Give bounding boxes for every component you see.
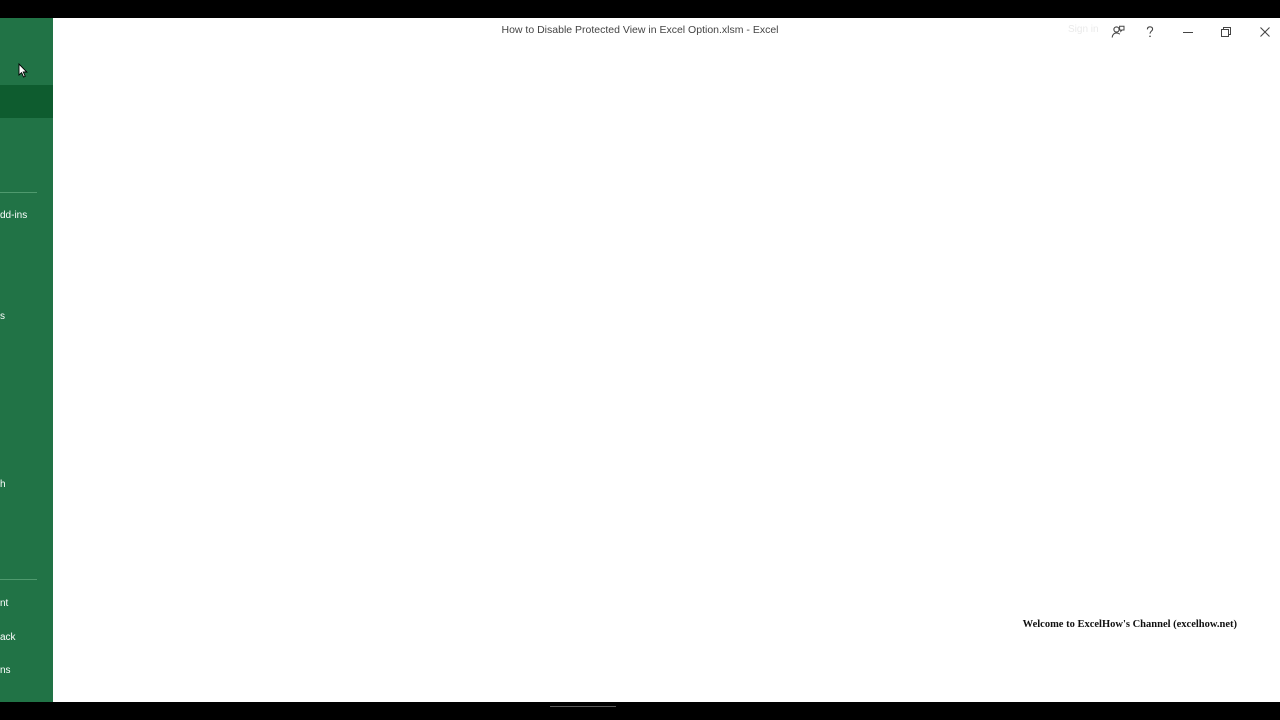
sidebar-selected-item[interactable] [0, 85, 53, 118]
sidebar-divider [0, 192, 37, 193]
restore-button[interactable] [1213, 21, 1239, 43]
taskbar-indicator [550, 706, 616, 707]
feedback-icon [1111, 25, 1125, 38]
close-icon [1260, 27, 1270, 37]
sidebar-item-options[interactable]: s [0, 311, 5, 323]
help-button[interactable] [1137, 21, 1163, 43]
feedback-button[interactable] [1105, 21, 1131, 43]
sidebar-divider [0, 579, 37, 580]
channel-watermark: Welcome to ExcelHow's Channel (excelhow.… [1022, 619, 1237, 630]
sign-in-link[interactable]: Sign in [1068, 24, 1099, 35]
sidebar-item-options-bottom[interactable]: ns [0, 665, 11, 677]
help-icon [1146, 26, 1154, 38]
mouse-cursor-icon [18, 63, 28, 78]
sidebar-item-feedback[interactable]: ack [0, 632, 16, 644]
minimize-icon [1183, 32, 1193, 33]
excel-window: dd-ins s h nt ack ns How to Disable Prot… [0, 18, 1280, 702]
sidebar-item-publish[interactable]: h [0, 479, 6, 491]
sidebar-item-addins[interactable]: dd-ins [0, 210, 27, 222]
close-button[interactable] [1252, 21, 1278, 43]
screen: dd-ins s h nt ack ns How to Disable Prot… [0, 0, 1280, 720]
sidebar-item-account[interactable]: nt [0, 598, 8, 610]
restore-icon [1221, 27, 1231, 37]
minimize-button[interactable] [1175, 21, 1201, 43]
backstage-sidebar: dd-ins s h nt ack ns [0, 18, 53, 702]
